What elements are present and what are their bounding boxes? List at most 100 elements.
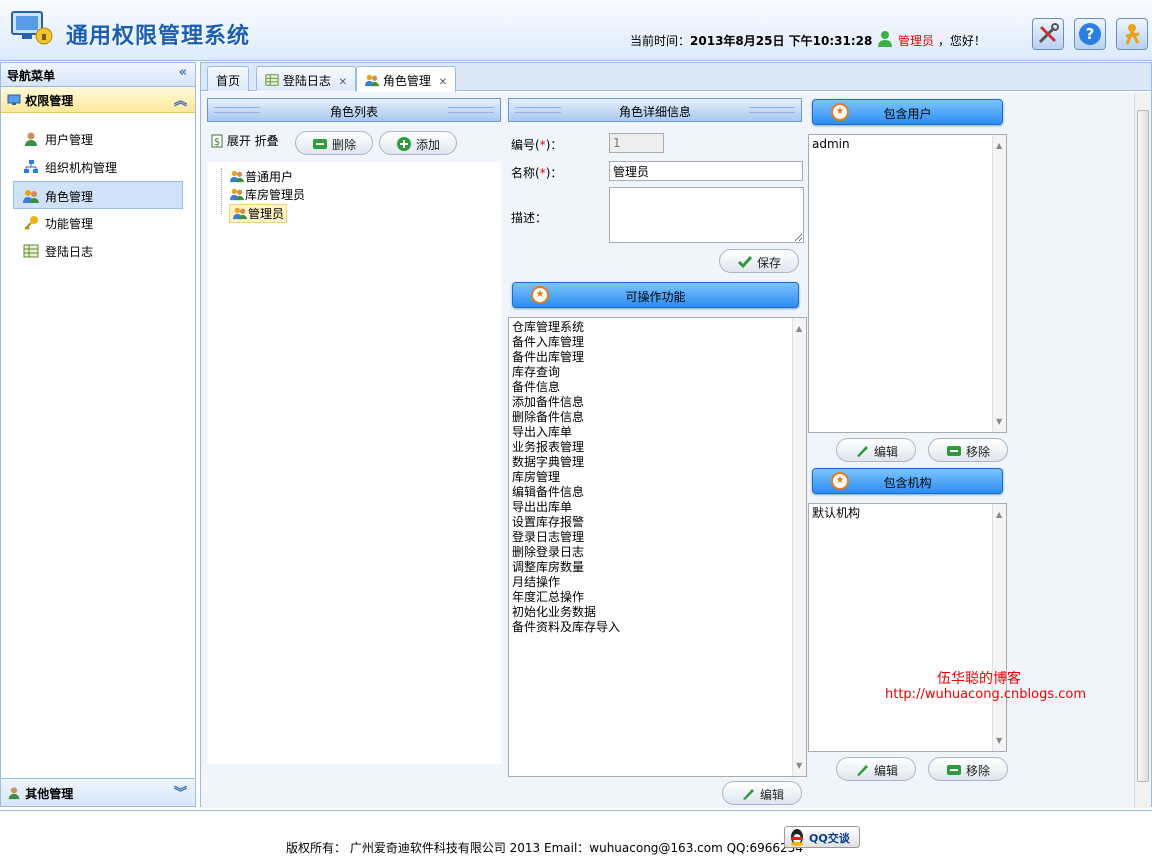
user-icon [25,132,37,146]
time-value: 2013年8月25日 下午10:31:28 [690,34,873,48]
list-item[interactable]: 库房管理 [512,470,803,485]
list-item[interactable]: 业务报表管理 [512,440,803,455]
orgs-list[interactable]: 默认机构 ▲ ▼ [808,503,1007,752]
sidebar-item-functions[interactable]: 功能管理 [1,209,195,237]
role-icon [233,207,247,220]
functions-title: 可操作功能 [625,290,686,304]
list-item[interactable]: 设置库存报警 [512,515,803,530]
role-icon [23,190,39,203]
greeting: ，您好！ [937,34,986,48]
help-button[interactable]: ? [1074,18,1106,50]
list-item[interactable]: 备件入库管理 [512,335,803,350]
chevron-up-icon[interactable]: ︽ [174,90,187,109]
sidebar-item-login-log[interactable]: 登陆日志 [1,237,195,265]
close-icon[interactable]: ✕ [339,77,347,88]
tab-role-management[interactable]: 角色管理 ✕ [356,66,457,92]
pencil-icon [742,789,754,800]
tree-node-label: 普通用户 [245,170,294,184]
pencil-icon [856,765,868,776]
nav-group-permission[interactable]: 权限管理 ︽ [1,87,195,113]
list-item[interactable]: 月结操作 [512,575,803,590]
orgs-edit-button[interactable]: 编辑 [836,757,916,781]
sidebar-item-users[interactable]: 用户管理 [1,125,195,153]
nav-header-label: 导航菜单 [7,69,56,83]
users-edit-button[interactable]: 编辑 [836,438,916,462]
collapse-left-icon[interactable]: « [179,65,187,80]
sidebar-item-org[interactable]: 组织机构管理 [1,153,195,181]
list-item[interactable]: 编辑备件信息 [512,485,803,500]
add-button[interactable]: 添加 [379,131,457,155]
tools-button[interactable] [1032,18,1064,50]
nav-group-label: 其他管理 [25,787,74,801]
list-item[interactable]: 年度汇总操作 [512,590,803,605]
star-icon: ★ [531,286,549,304]
list-item[interactable]: 删除备件信息 [512,410,803,425]
list-item[interactable]: 备件资料及库存导入 [512,620,803,635]
pencil-icon [856,446,868,457]
list-scrollbar[interactable]: ▲ ▼ [992,504,1006,751]
logout-button[interactable] [1116,18,1148,50]
list-item[interactable]: 仓库管理系统 [512,320,803,335]
list-item[interactable]: 登录日志管理 [512,530,803,545]
help-icon: ? [1079,23,1101,45]
page-scrollbar[interactable] [1134,92,1151,808]
list-item[interactable]: 库存查询 [512,365,803,380]
tree-node-role[interactable]: 普通用户 [229,168,293,185]
nav-header: 导航菜单 « [1,63,195,87]
delete-button[interactable]: 删除 [295,131,373,155]
list-item[interactable]: 初始化业务数据 [512,605,803,620]
functions-list[interactable]: 仓库管理系统 备件入库管理 备件出库管理 库存查询 备件信息 添加备件信息 删除备件信息 导出… [508,317,807,777]
users-remove-button[interactable]: 移除 [928,438,1008,462]
desc-field[interactable] [609,187,804,243]
users-list[interactable]: admin ▲ ▼ [808,134,1007,433]
id-label: 编号(*)： [511,138,563,152]
list-scrollbar[interactable]: ▲ ▼ [992,135,1006,432]
tree-node-role[interactable]: 库房管理员 [229,186,305,203]
remove-button-label: 移除 [965,445,990,459]
qq-chat-button[interactable]: QQ交谈 [784,826,860,848]
collapse-link[interactable]: 折叠 [255,134,279,148]
close-icon[interactable]: ✕ [439,77,447,88]
remove-button-label: 移除 [965,764,990,778]
star-icon: ★ [831,472,849,490]
nav-group-other[interactable]: 其他管理 ︾ [1,778,195,806]
tree-node-label: 库房管理员 [245,188,306,202]
log-icon [23,244,39,258]
add-button-label: 添加 [415,138,440,152]
tab-label: 角色管理 [382,74,431,88]
check-icon [737,256,753,269]
tab-login-log[interactable]: 登陆日志 ✕ [256,66,357,91]
list-item[interactable]: 调整库房数量 [512,560,803,575]
logout-icon [1125,24,1140,45]
id-field[interactable] [609,133,664,153]
sidebar-item-roles[interactable]: 角色管理 [13,181,183,209]
role-icon [230,188,244,201]
list-item[interactable]: 添加备件信息 [512,395,803,410]
role-list-title: 角色列表 [207,98,501,122]
tab-label: 首页 [216,74,241,88]
footer: 版权所有： 广州爱奇迪软件科技有限公司 2013 Email：wuhuacong… [0,810,1152,857]
save-button[interactable]: 保存 [719,249,799,273]
list-item[interactable]: 导出入库单 [512,425,803,440]
tab-home[interactable]: 首页 [207,66,250,91]
list-item[interactable]: 数据字典管理 [512,455,803,470]
time-label: 当前时间： [630,34,691,48]
users-title: 包含用户 [883,107,932,121]
sidebar-item-label: 组织机构管理 [45,161,118,175]
scrollbar-thumb[interactable] [1137,110,1149,782]
functions-edit-button[interactable]: 编辑 [722,781,802,805]
list-item[interactable]: 备件信息 [512,380,803,395]
list-item[interactable]: 默认机构 [812,506,1003,521]
list-item[interactable]: admin [812,137,1003,152]
list-item[interactable]: 删除登录日志 [512,545,803,560]
list-item[interactable]: 导出出库单 [512,500,803,515]
chevron-down-icon[interactable]: ︾ [174,782,187,801]
current-user[interactable]: 管理员 [898,34,934,48]
list-item[interactable]: 备件出库管理 [512,350,803,365]
minus-icon [946,446,961,456]
name-field[interactable] [609,161,803,181]
orgs-remove-button[interactable]: 移除 [928,757,1008,781]
list-scrollbar[interactable]: ▲ ▼ [792,318,806,776]
expand-link[interactable]: 展开 [227,134,251,148]
tree-node-role-selected[interactable]: 管理员 [229,204,288,223]
